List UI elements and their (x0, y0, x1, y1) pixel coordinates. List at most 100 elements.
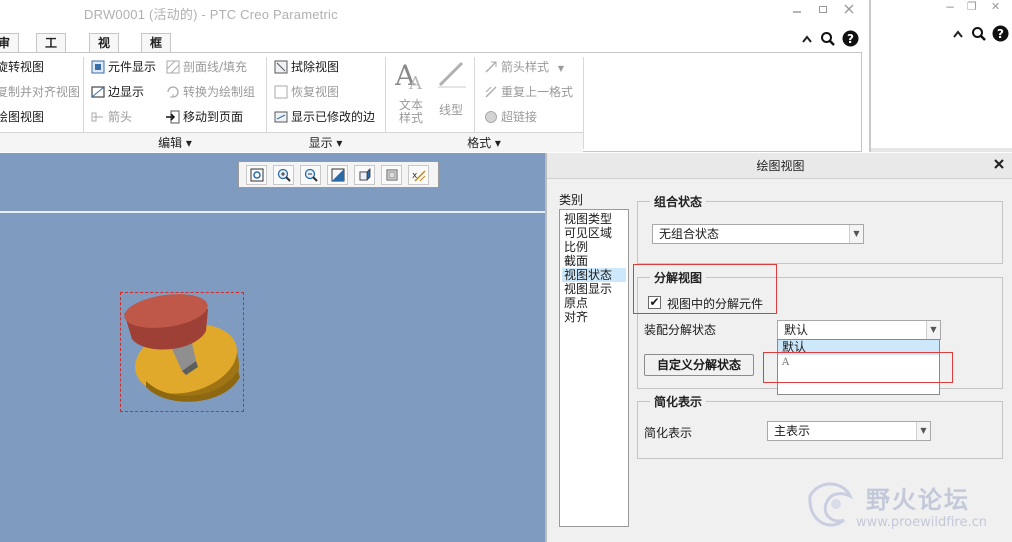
hyperlink-label: 超链接 (501, 110, 538, 124)
category-origin[interactable]: 原点 (564, 296, 588, 310)
hyperlink-button[interactable]: 超链接 (484, 107, 537, 127)
minimize-icon[interactable] (788, 3, 806, 19)
hatch-fill-label: 剖面线/填充 (183, 60, 248, 74)
erase-view-button[interactable]: 拭除视图 (274, 57, 339, 77)
edge-display-button[interactable]: 边显示 (91, 82, 144, 102)
line-style-button[interactable]: 线型 (434, 59, 468, 129)
second-collapse-icon[interactable] (951, 27, 965, 44)
repeat-format-icon (484, 85, 498, 99)
text-style-button[interactable]: AA 文本样式 (393, 59, 427, 129)
second-help-icon[interactable]: ? (992, 25, 1009, 45)
combined-state-group: 组合状态 无组合状态 ▼ (637, 193, 1003, 264)
simplified-rep-select[interactable]: 主表示 ▼ (767, 421, 931, 441)
combined-state-select[interactable]: 无组合状态 ▼ (652, 224, 864, 244)
resume-view-label: 恢复视图 (291, 85, 340, 99)
collapse-ribbon-icon[interactable] (800, 32, 814, 49)
hatch-fill-button[interactable]: 剖面线/填充 (166, 57, 247, 77)
zoom-out-icon[interactable] (300, 165, 321, 185)
combined-state-legend: 组合状态 (650, 193, 707, 210)
hyperlink-icon (484, 110, 498, 124)
category-scale[interactable]: 比例 (564, 240, 588, 254)
tab-view[interactable]: 视图 (89, 33, 120, 69)
convert-draft-group-button[interactable]: 转换为绘制组 (166, 82, 255, 102)
arrow-style-icon (484, 60, 498, 74)
dialog-close-icon[interactable] (992, 158, 1006, 172)
combined-state-value: 无组合状态 (659, 227, 720, 241)
watermark-logo (808, 482, 853, 527)
saved-orientations-icon[interactable] (381, 165, 402, 185)
secondary-window: − ❐ ✕ ? (869, 0, 1012, 152)
annotation-display-icon[interactable]: x (408, 165, 429, 185)
category-view-display[interactable]: 视图显示 (564, 282, 612, 296)
ribbon: 旋转视图 复制并对齐视图 绘图视图 元件显示 边显示 箭头 剖面线/填充 转换为… (0, 52, 862, 152)
arrow-button[interactable]: 箭头 (91, 107, 132, 127)
search-icon[interactable] (820, 31, 836, 50)
line-style-label: 线型 (438, 103, 463, 117)
arrow-style-button[interactable]: 箭头样式 ▼ (484, 57, 564, 77)
category-alignment[interactable]: 对齐 (564, 310, 588, 324)
dialog-title: 绘图视图 (547, 153, 1012, 179)
category-list: 视图类型 可见区域 比例 截面 视图状态 视图显示 原点 对齐 (559, 209, 629, 527)
rotate-view-button[interactable]: 旋转视图 (0, 57, 44, 77)
chevron-down-icon[interactable]: ▼ (849, 225, 863, 243)
watermark-text: 野火论坛 (866, 486, 970, 514)
explode-state-value: 默认 (784, 323, 809, 337)
display-style-icon[interactable] (354, 165, 375, 185)
restore-icon[interactable] (814, 3, 832, 19)
move-to-sheet-button[interactable]: 移动到页面 (166, 107, 243, 127)
resume-view-icon (274, 85, 288, 99)
second-close-icon[interactable]: ✕ (991, 0, 1000, 13)
second-minimize-icon[interactable]: − (945, 0, 955, 14)
sheet-border-line (0, 211, 545, 213)
move-to-sheet-label: 移动到页面 (183, 110, 244, 124)
component-display-button[interactable]: 元件显示 (91, 57, 156, 77)
resume-view-button[interactable]: 恢复视图 (274, 82, 339, 102)
group-label-display[interactable]: 显示 ▾ (266, 132, 385, 152)
chevron-down-icon[interactable]: ▼ (926, 321, 940, 339)
simplified-rep-group: 简化表示 简化表示 主表示 ▼ (637, 393, 1003, 459)
help-icon[interactable]: ? (842, 30, 859, 50)
zoom-fit-icon[interactable] (246, 165, 267, 185)
category-section[interactable]: 截面 (564, 254, 588, 268)
ribbon-help-area: ? (800, 30, 862, 50)
copy-align-view-button[interactable]: 复制并对齐视图 (0, 82, 80, 102)
zoom-in-icon[interactable] (273, 165, 294, 185)
convert-draft-group-label: 转换为绘制组 (183, 85, 256, 99)
secondary-window-separator (871, 148, 1012, 152)
hatch-icon (166, 60, 180, 74)
category-label: 类别 (559, 193, 584, 207)
second-restore-icon[interactable]: ❐ (967, 0, 977, 13)
custom-explode-state-button[interactable]: 自定义分解状态 (644, 354, 754, 376)
category-visible-area[interactable]: 可见区域 (564, 226, 612, 240)
erase-view-label: 拭除视图 (291, 60, 340, 74)
tab-frame[interactable]: 框架 (141, 33, 172, 69)
category-view-state[interactable]: 视图状态 (562, 268, 626, 282)
tab-review[interactable]: 审阅 (0, 33, 20, 69)
svg-text:?: ? (997, 27, 1004, 41)
arrow-icon (91, 110, 105, 124)
repaint-icon[interactable] (327, 165, 348, 185)
graphics-canvas[interactable] (0, 153, 545, 542)
edge-display-icon (91, 85, 105, 99)
group-label-empty (0, 132, 84, 152)
window-title: DRW0001 (活动的) - PTC Creo Parametric (84, 7, 338, 22)
group-label-format[interactable]: 格式 ▾ (385, 132, 583, 152)
line-style-icon (436, 59, 468, 94)
selection-box (120, 292, 244, 412)
highlight-box-explode (633, 264, 777, 314)
second-search-icon[interactable] (971, 26, 987, 45)
drawing-view-button[interactable]: 绘图视图 (0, 107, 44, 127)
category-view-type[interactable]: 视图类型 (564, 212, 612, 226)
tab-tools[interactable]: 工具 (36, 33, 67, 69)
edge-display-label: 边显示 (108, 85, 145, 99)
show-modified-edges-button[interactable]: 显示已修改的边 (274, 107, 375, 127)
repeat-last-format-button[interactable]: 重复上一格式 (484, 82, 573, 102)
chevron-down-icon[interactable]: ▼ (916, 422, 930, 440)
group-label-edit[interactable]: 编辑 ▾ (84, 132, 266, 152)
show-modified-edges-icon (274, 110, 288, 124)
explode-state-select[interactable]: 默认 ▼ (777, 320, 941, 340)
svg-text:?: ? (847, 32, 854, 46)
arrow-style-dropdown-icon[interactable]: ▼ (558, 64, 564, 73)
view-toolbar: x (238, 161, 439, 188)
close-icon[interactable] (840, 3, 858, 19)
